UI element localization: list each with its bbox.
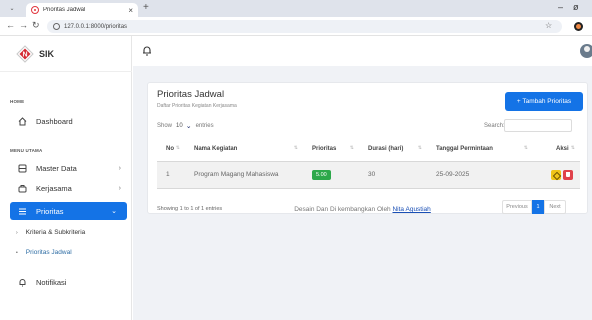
prioritas-badge: 5.00 xyxy=(312,169,331,180)
sidebar-item-prioritas[interactable]: Prioritas ⌄ xyxy=(10,202,127,220)
show-label: Show xyxy=(157,123,173,129)
column-header-nama[interactable]: Nama Kegiatan ⇅ xyxy=(185,138,303,162)
section-home-label: HOME xyxy=(10,99,25,104)
sidebar-item-label: Dashboard xyxy=(36,116,73,126)
back-icon[interactable]: ← xyxy=(6,20,15,30)
chevron-down-icon: ⌄ xyxy=(185,123,192,130)
bell-icon xyxy=(17,278,27,287)
chevron-right-icon: › xyxy=(118,164,121,172)
sidebar-item-dashboard[interactable]: Dashboard xyxy=(0,112,131,130)
delete-icon[interactable] xyxy=(563,169,573,180)
url-text: 127.0.0.1:8000/prioritas xyxy=(64,23,128,30)
svg-text:N: N xyxy=(22,51,27,58)
search-input[interactable] xyxy=(504,119,572,132)
sidebar-item-label: Notifikasi xyxy=(36,277,67,287)
table-header-row: No ⇅ Nama Kegiatan ⇅ Prioritas ⇅ Durasi (ha… xyxy=(157,138,580,162)
tab-title: Prioritas Jadwal xyxy=(43,7,86,13)
logo-icon: N xyxy=(16,44,34,63)
new-tab-button[interactable]: + xyxy=(143,2,149,13)
sort-icon: ⇅ xyxy=(349,145,354,151)
prioritas-table: No ⇅ Nama Kegiatan ⇅ Prioritas ⇅ Durasi (ha… xyxy=(157,138,580,189)
tab-close-icon[interactable]: × xyxy=(128,6,133,15)
footer-author-link[interactable]: Nita Agustiah xyxy=(392,206,430,213)
minimize-button[interactable]: – xyxy=(558,2,563,12)
column-header-durasi[interactable]: Durasi (hari) ⇅ xyxy=(359,138,427,162)
cell-aksi xyxy=(533,161,580,189)
sidebar-item-master-data[interactable]: Master Data › xyxy=(0,159,131,177)
browser-tab[interactable]: Prioritas Jadwal × xyxy=(26,3,138,17)
entries-label: entries xyxy=(195,123,214,129)
restore-button[interactable]: ø xyxy=(573,2,579,12)
sidebar-item-label: Kerjasama xyxy=(36,183,72,193)
cell-tanggal: 25-09-2025 xyxy=(427,161,533,189)
cell-nama: Program Magang Mahasiswa xyxy=(185,161,303,189)
brand[interactable]: N SIK xyxy=(0,36,132,72)
entries-select[interactable]: 10 ⌄ xyxy=(176,122,192,130)
entries-select-value: 10 xyxy=(176,123,183,129)
sidebar-subitem-prioritas-jadwal[interactable]: • Prioritas Jadwal xyxy=(16,249,72,256)
address-bar[interactable]: 127.0.0.1:8000/prioritas xyxy=(47,20,562,33)
forward-icon[interactable]: → xyxy=(19,20,28,30)
site-info-icon[interactable] xyxy=(53,23,60,30)
home-icon xyxy=(17,116,27,126)
search-label: Search: xyxy=(484,123,505,129)
sidebar-subitem-label: Prioritas Jadwal xyxy=(25,249,72,256)
reload-icon[interactable]: ↻ xyxy=(32,20,40,31)
footer: Desain Dan Di kembangkan Oleh Nita Agust… xyxy=(133,206,592,213)
sidebar-subitem-kriteria[interactable]: › Kriteria & Subkriteria xyxy=(16,229,85,236)
cell-durasi: 30 xyxy=(359,161,427,189)
column-header-aksi[interactable]: Aksi ⇅ xyxy=(533,138,580,162)
cell-prioritas: 5.00 xyxy=(303,161,359,189)
sidebar-subitem-label: Kriteria & Subkriteria xyxy=(25,229,86,236)
sort-icon: ⇅ xyxy=(523,145,528,151)
sidebar-item-notifikasi[interactable]: Notifikasi xyxy=(0,273,131,291)
bookmark-star-icon[interactable]: ☆ xyxy=(545,21,552,30)
bullet-icon: • xyxy=(16,249,18,256)
browser-tabbar: ⌄ Prioritas Jadwal × + – ø xyxy=(0,0,592,17)
sidebar-item-label: Master Data xyxy=(36,163,77,173)
browser-profile-icon[interactable] xyxy=(574,22,583,31)
briefcase-icon xyxy=(17,184,27,193)
sidebar-item-label: Prioritas xyxy=(36,206,64,216)
show-entries: Show 10 ⌄ entries xyxy=(157,122,214,130)
column-header-tanggal[interactable]: Tanggal Permintaan ⇅ xyxy=(427,138,533,162)
page-title: Prioritas Jadwal xyxy=(157,89,225,100)
sidebar-item-kerjasama[interactable]: Kerjasama › xyxy=(0,179,131,197)
add-prioritas-button[interactable]: + Tambah Prioritas xyxy=(505,92,583,111)
footer-text: Desain Dan Di kembangkan Oleh xyxy=(294,206,393,213)
sort-icon: ⇅ xyxy=(570,145,575,151)
notification-bell-icon[interactable] xyxy=(142,45,152,57)
page-subtitle: Daftar Prioritas Kegiatan Kerjasama xyxy=(157,103,237,109)
favicon-icon xyxy=(31,6,39,14)
edit-icon[interactable] xyxy=(551,169,561,180)
topbar xyxy=(133,36,592,66)
sort-icon: ⇅ xyxy=(417,145,422,151)
chevron-down-icon: ⌄ xyxy=(111,208,117,215)
main-content: Prioritas Jadwal Daftar Prioritas Kegiat… xyxy=(133,66,592,320)
database-icon xyxy=(17,164,27,173)
user-avatar[interactable] xyxy=(580,44,592,58)
table-row: 1 Program Magang Mahasiswa 5.00 30 25-09… xyxy=(157,161,580,189)
sort-icon: ⇅ xyxy=(175,145,180,151)
sidebar: N SIK HOME Dashboard MENU UTAMA Master D… xyxy=(0,36,132,320)
list-icon xyxy=(17,207,27,216)
cell-no: 1 xyxy=(157,161,185,189)
column-header-prioritas[interactable]: Prioritas ⇅ xyxy=(303,138,359,162)
chevron-right-icon: › xyxy=(118,184,121,192)
column-header-no[interactable]: No ⇅ xyxy=(157,138,185,162)
prioritas-card: Prioritas Jadwal Daftar Prioritas Kegiat… xyxy=(147,82,588,214)
sort-icon: ⇅ xyxy=(293,145,298,151)
brand-name: SIK xyxy=(39,48,55,59)
section-menu-label: MENU UTAMA xyxy=(10,148,43,153)
chevron-right-icon: › xyxy=(16,229,18,236)
browser-toolbar: ← → ↻ 127.0.0.1:8000/prioritas ☆ xyxy=(0,17,592,36)
tab-search-icon[interactable]: ⌄ xyxy=(6,3,18,14)
